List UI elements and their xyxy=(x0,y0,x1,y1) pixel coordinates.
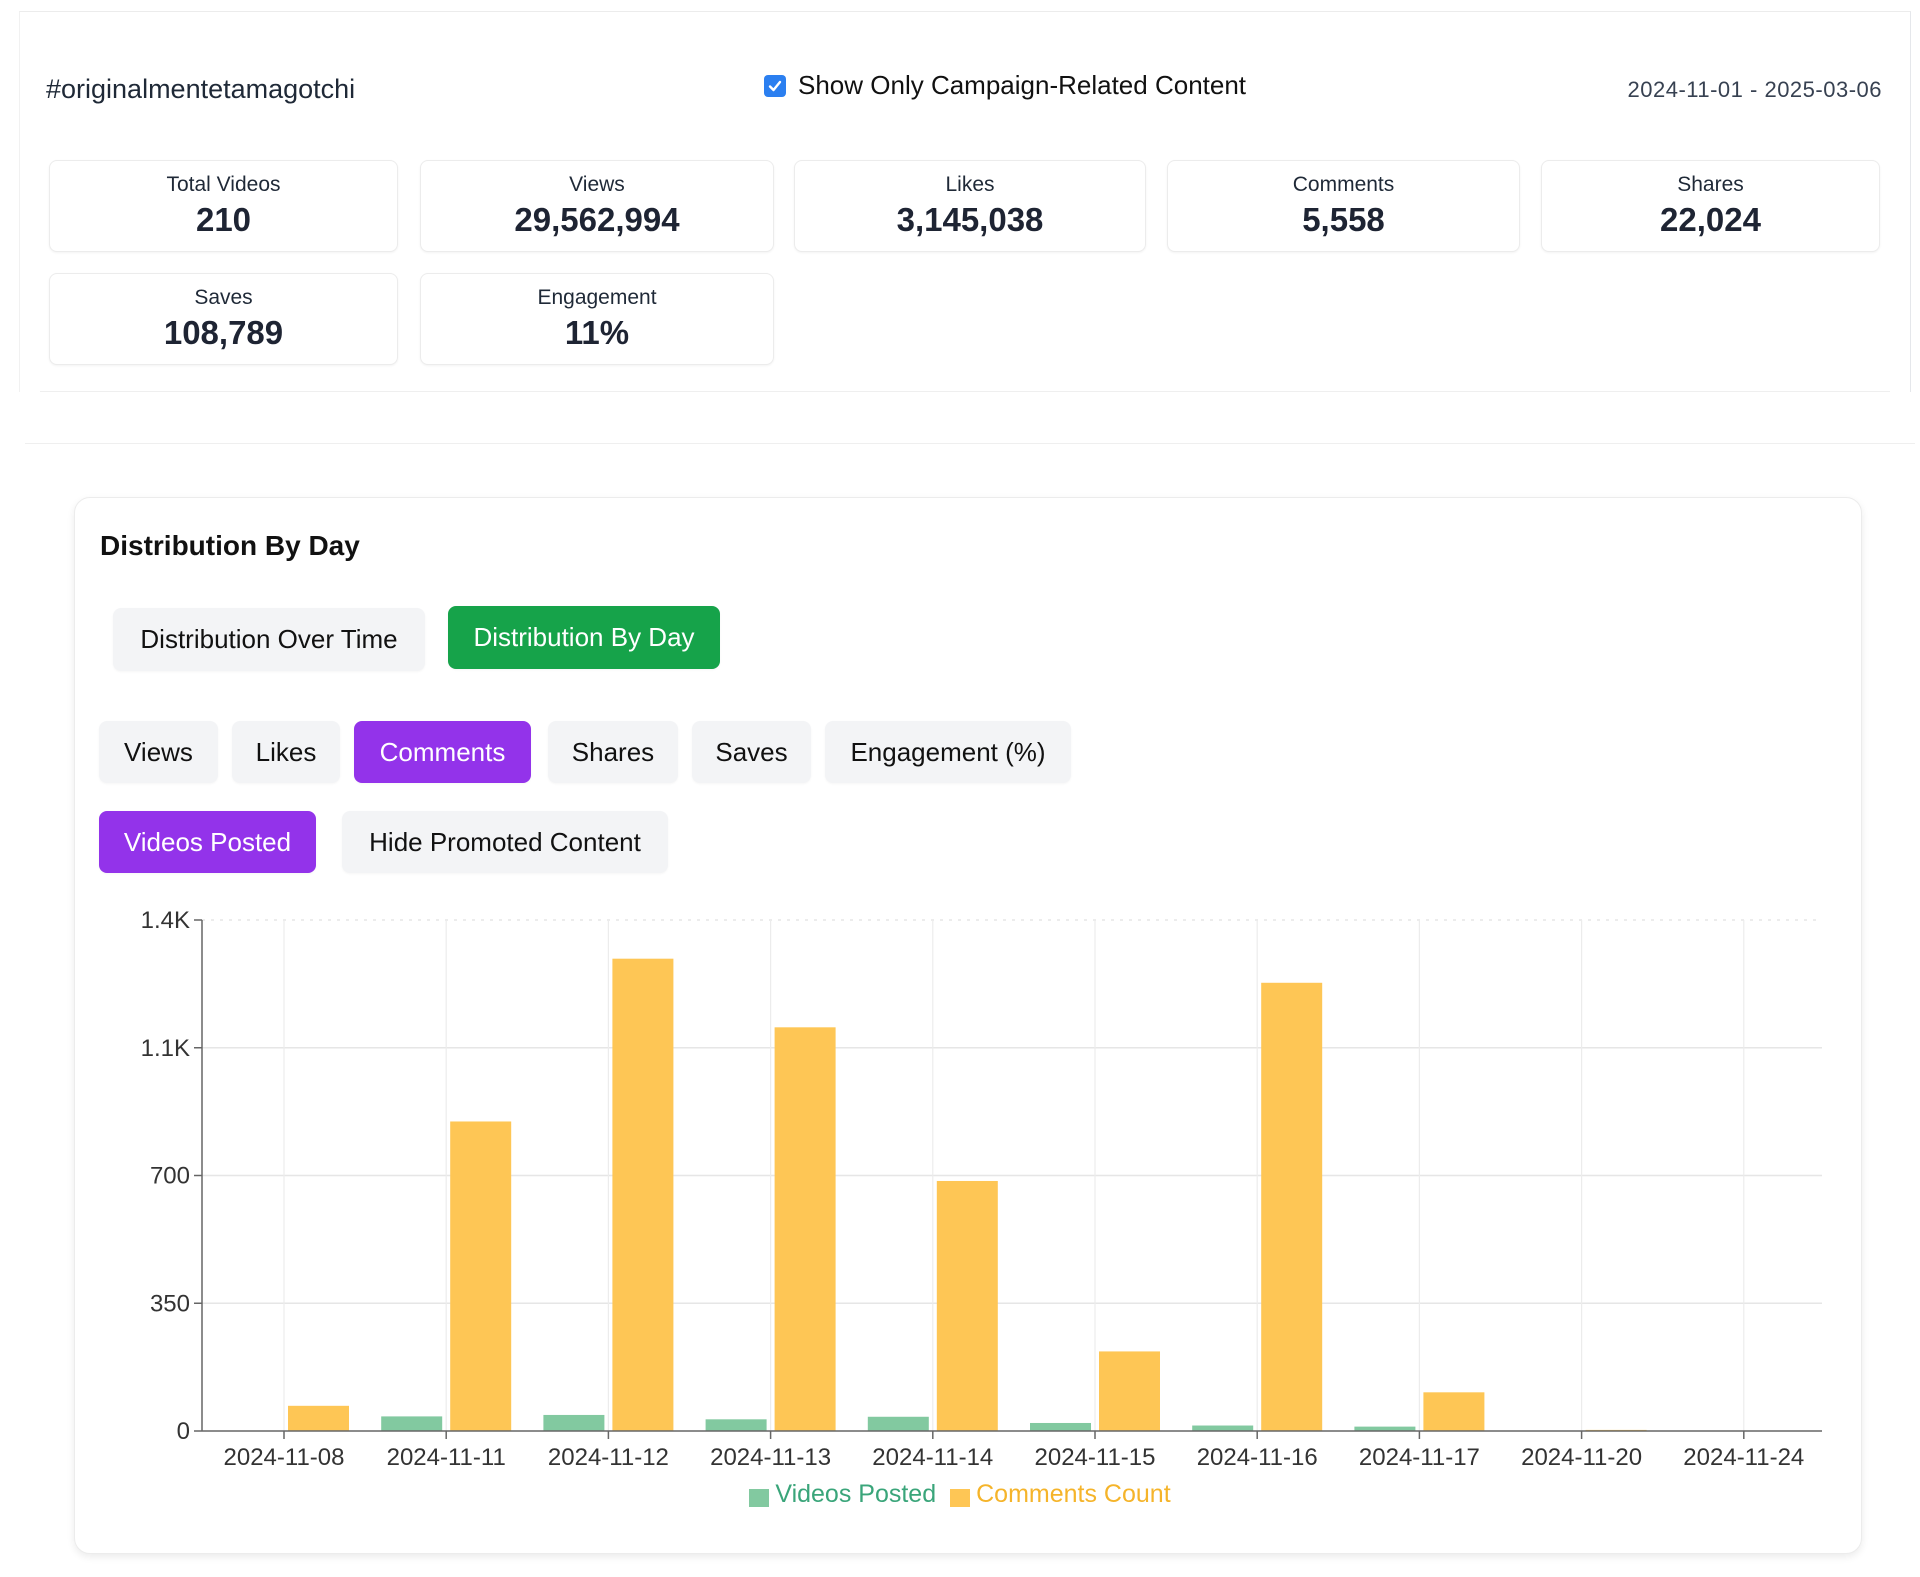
bar-comments-count xyxy=(936,1180,998,1431)
bar-comments-count xyxy=(450,1121,512,1431)
x-tick-label: 2024-11-13 xyxy=(710,1444,831,1471)
x-tick-label: 2024-11-14 xyxy=(872,1444,993,1471)
bar-videos-posted xyxy=(1030,1422,1091,1431)
legend-item-videos-posted[interactable]: Videos Posted xyxy=(749,1480,936,1509)
bar-videos-posted xyxy=(867,1416,929,1431)
y-tick-label: 1.4K xyxy=(141,907,190,934)
chart-axes xyxy=(194,919,1822,1439)
y-tick-label: 350 xyxy=(150,1290,190,1317)
x-tick-label: 2024-11-11 xyxy=(387,1444,506,1471)
x-tick-label: 2024-11-17 xyxy=(1359,1444,1480,1471)
bar-comments-count xyxy=(1099,1351,1160,1431)
bar-comments-count xyxy=(612,958,674,1431)
x-tick-label: 2024-11-24 xyxy=(1683,1444,1804,1471)
bar-comments-count xyxy=(1423,1392,1485,1431)
legend-label-videos-posted: Videos Posted xyxy=(775,1480,937,1508)
x-tick-label: 2024-11-12 xyxy=(548,1444,669,1471)
bar-comments-count xyxy=(288,1405,349,1431)
chart-grid xyxy=(202,919,1822,1431)
y-tick-label: 700 xyxy=(150,1163,190,1190)
bar-comments-count xyxy=(774,1027,836,1431)
bar-videos-posted xyxy=(1192,1425,1254,1431)
x-tick-label: 2024-11-16 xyxy=(1197,1444,1318,1471)
bar-videos-posted xyxy=(381,1416,443,1431)
chart-bars xyxy=(288,958,1647,1431)
legend-label-comments-count: Comments Count xyxy=(976,1480,1171,1508)
x-tick-label: 2024-11-15 xyxy=(1035,1444,1156,1471)
y-tick-label: 1.1K xyxy=(141,1035,190,1062)
chart-legend: Videos Posted Comments Count xyxy=(0,1480,1920,1509)
x-tick-label: 2024-11-20 xyxy=(1521,1444,1642,1471)
bar-videos-posted xyxy=(543,1414,605,1431)
x-tick-label: 2024-11-08 xyxy=(224,1444,345,1471)
bar-chart: 0 350 700 1.1K 1.4K 2024-11-08 2024-11-11 2024-… xyxy=(141,907,1822,1471)
legend-swatch-videos-posted xyxy=(749,1488,770,1507)
legend-item-comments-count[interactable]: Comments Count xyxy=(950,1480,1171,1509)
bar-comments-count xyxy=(1261,982,1323,1431)
bar-videos-posted xyxy=(705,1419,767,1431)
y-tick-label: 0 xyxy=(177,1418,190,1445)
legend-swatch-comments-count xyxy=(950,1488,971,1507)
